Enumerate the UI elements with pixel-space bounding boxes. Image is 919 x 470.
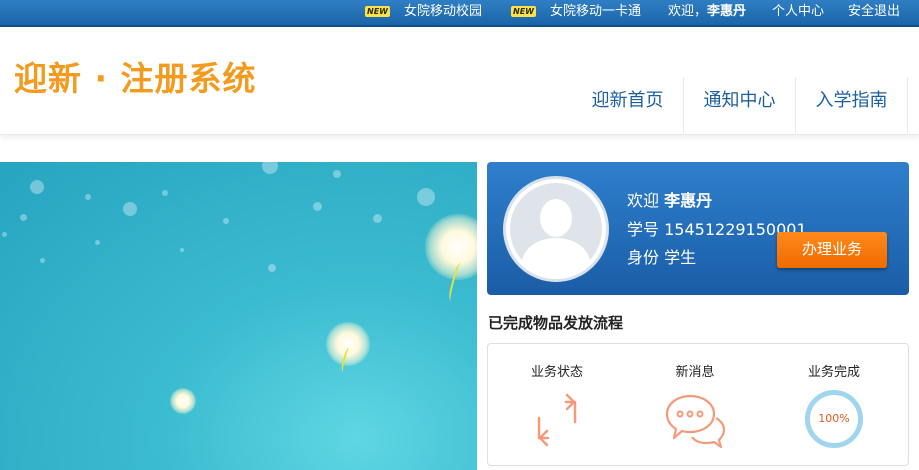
main-nav: 迎新首页 通知中心 入学指南	[572, 77, 908, 133]
new-badge: NEW	[511, 6, 536, 17]
topbar-user-name: 李惠丹	[707, 4, 747, 19]
dandelion-small	[170, 388, 196, 414]
section-title: 已完成物品发放流程	[488, 314, 624, 332]
stat-new-messages[interactable]: 新消息	[640, 364, 750, 449]
stat-label: 业务状态	[530, 365, 583, 380]
site-logo[interactable]: 迎新 · 注册系统	[14, 57, 257, 101]
new-badge: NEW	[365, 6, 390, 17]
link-mobile-card[interactable]: 女院移动一卡通	[550, 0, 641, 25]
stat-label: 新消息	[675, 365, 715, 380]
welcome-prefix: 欢迎，	[668, 4, 708, 19]
process-business-button[interactable]: 办理业务	[777, 232, 887, 268]
stat-business-complete[interactable]: 业务完成 100%	[779, 364, 889, 448]
welcome-text: 欢迎，李惠丹	[668, 0, 746, 25]
user-name: 李惠丹	[664, 191, 713, 210]
avatar[interactable]	[503, 176, 609, 282]
top-bar: NEW 女院移动校园 NEW 女院移动一卡通 欢迎，李惠丹 个人中心 安全退出	[0, 0, 919, 25]
chat-bubbles-icon	[664, 392, 726, 449]
link-mobile-campus[interactable]: 女院移动校园	[404, 0, 482, 25]
role-label: 身份	[627, 248, 660, 267]
avatar-placeholder-icon	[510, 183, 602, 275]
banner-image	[0, 162, 477, 470]
site-header: 迎新 · 注册系统 迎新首页 通知中心 入学指南	[0, 27, 919, 135]
role-value: 学生	[664, 248, 697, 267]
nav-home[interactable]: 迎新首页	[572, 77, 684, 133]
dandelion-large	[425, 214, 477, 280]
welcome-label: 欢迎	[627, 191, 660, 210]
nav-notices[interactable]: 通知中心	[684, 77, 796, 133]
stat-label: 业务完成	[807, 365, 860, 380]
personal-center-link[interactable]: 个人中心	[772, 0, 824, 25]
process-panel: 业务状态 新消息 业务完成 100%	[487, 343, 909, 466]
refresh-arrows-icon	[526, 392, 588, 448]
progress-ring: 100%	[805, 390, 863, 448]
user-role: 身份 学生	[627, 247, 696, 269]
stat-business-status[interactable]: 业务状态	[502, 364, 612, 448]
logout-link[interactable]: 安全退出	[848, 0, 900, 25]
user-card: 欢迎 李惠丹 学号 15451229150001 身份 学生 办理业务	[487, 162, 909, 295]
student-id-label: 学号	[627, 220, 660, 239]
user-welcome: 欢迎 李惠丹	[627, 190, 712, 212]
nav-guide[interactable]: 入学指南	[796, 77, 908, 133]
